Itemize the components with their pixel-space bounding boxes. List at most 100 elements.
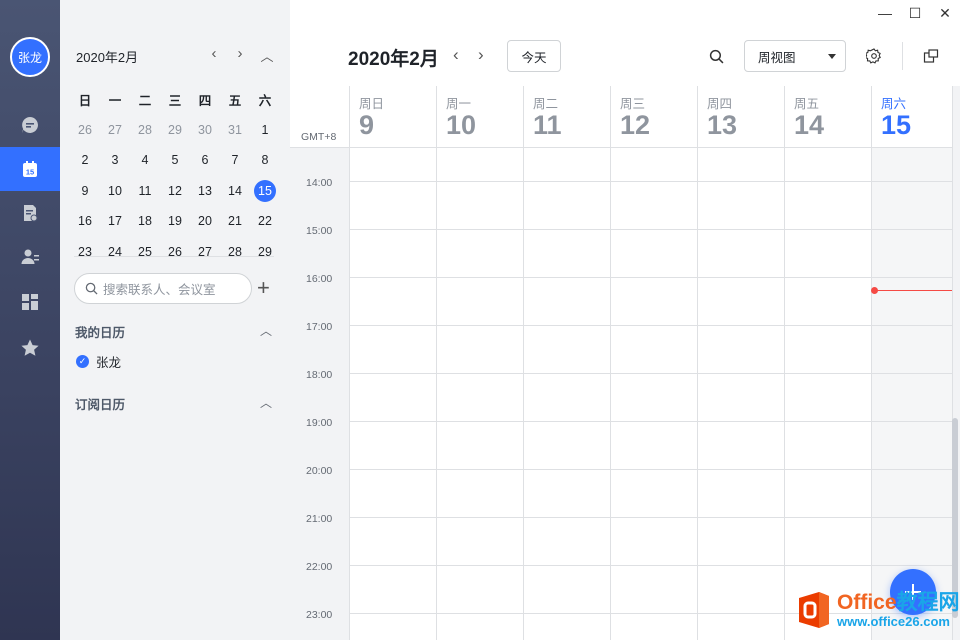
mini-day[interactable]: 3 [100, 153, 130, 167]
day-header[interactable]: 周四 13 [697, 86, 784, 148]
contacts-icon[interactable] [0, 235, 60, 279]
day-column[interactable] [436, 148, 523, 640]
mini-day[interactable]: 5 [160, 153, 190, 167]
mini-day[interactable]: 7 [220, 153, 250, 167]
mini-day[interactable]: 16 [70, 214, 100, 228]
week-row: 9 10 11 12 13 14 15 [70, 176, 280, 207]
calendar-item[interactable]: ✓ 张龙 [76, 352, 121, 371]
maximize-icon[interactable]: ☐ [900, 0, 930, 26]
mini-day[interactable]: 30 [190, 123, 220, 137]
side-panel: 2020年2月 ‹ › ︿ 日一二三四五六 26 27 28 29 30 31 1 2 3 4 5 6 7… [60, 0, 290, 640]
docs-icon[interactable] [0, 191, 60, 235]
timezone-label: GMT+8 [301, 131, 337, 143]
chat-icon[interactable] [0, 103, 60, 147]
mini-day[interactable]: 10 [100, 184, 130, 198]
mini-day[interactable]: 6 [190, 153, 220, 167]
day-column[interactable] [871, 148, 952, 640]
scrollbar[interactable] [952, 418, 958, 618]
checkbox-icon[interactable]: ✓ [76, 355, 89, 368]
day-header[interactable]: 周一 10 [436, 86, 523, 148]
day-header[interactable]: 周五 14 [784, 86, 871, 148]
mini-day[interactable]: 2 [70, 153, 100, 167]
search-icon [85, 282, 98, 295]
calendar-icon[interactable]: 15 [0, 147, 60, 191]
gear-icon[interactable] [864, 46, 884, 66]
day-column[interactable] [610, 148, 697, 640]
time-label: 14:00 [306, 177, 333, 189]
day-column[interactable] [523, 148, 610, 640]
search-placeholder: 搜索联系人、会议室 [103, 283, 216, 297]
mini-day[interactable]: 18 [130, 214, 160, 228]
popout-icon[interactable] [921, 46, 941, 66]
day-column[interactable] [697, 148, 784, 640]
mini-day[interactable]: 31 [220, 123, 250, 137]
mini-day[interactable]: 26 [70, 123, 100, 137]
minimize-icon[interactable]: — [870, 0, 900, 26]
watermark: Office教程网 www.office26.com [795, 590, 960, 630]
search-input[interactable]: 搜索联系人、会议室 [74, 273, 252, 304]
week-row: 23 24 25 26 27 28 29 [70, 237, 280, 268]
mini-day[interactable]: 1 [250, 123, 280, 137]
weekday-label: 日 [78, 93, 92, 108]
avatar[interactable]: 张龙 [10, 37, 50, 77]
mini-prev-icon[interactable]: ‹ [205, 45, 223, 62]
mini-day[interactable]: 15 [250, 179, 280, 202]
mini-day[interactable]: 11 [130, 184, 160, 198]
day-number: 15 [881, 110, 912, 140]
mini-day[interactable]: 8 [250, 153, 280, 167]
view-select[interactable]: 周视图 [744, 40, 846, 72]
time-label: 15:00 [306, 225, 333, 237]
prev-week-icon[interactable]: ‹ [453, 45, 459, 65]
day-column[interactable] [784, 148, 871, 640]
mini-next-icon[interactable]: › [231, 45, 249, 62]
hour-line [349, 325, 952, 326]
weekday-label: 六 [258, 93, 272, 108]
mini-day[interactable]: 19 [160, 214, 190, 228]
collapse-icon[interactable]: ︿ [258, 46, 276, 65]
day-header[interactable]: 周三 12 [610, 86, 697, 148]
time-label: 16:00 [306, 273, 333, 285]
day-header[interactable]: 周六 15 [871, 86, 952, 148]
mini-day[interactable]: 4 [130, 153, 160, 167]
apps-icon[interactable] [0, 280, 60, 324]
day-number: 11 [533, 110, 562, 140]
hour-line [349, 565, 952, 566]
day-header[interactable]: 周二 11 [523, 86, 610, 148]
chevron-up-icon[interactable]: ︿ [260, 322, 272, 339]
mini-day[interactable]: 29 [160, 123, 190, 137]
hour-line [349, 277, 952, 278]
mini-day[interactable]: 12 [160, 184, 190, 198]
close-icon[interactable]: ✕ [930, 0, 960, 26]
favorites-icon[interactable] [0, 326, 60, 370]
left-rail: 张龙 15 [0, 0, 60, 640]
time-label: 19:00 [306, 417, 333, 429]
column-divider [610, 86, 611, 640]
mini-day[interactable]: 27 [100, 123, 130, 137]
svg-text:15: 15 [26, 168, 34, 177]
mini-day[interactable]: 28 [130, 123, 160, 137]
mini-day[interactable]: 22 [250, 214, 280, 228]
next-week-icon[interactable]: › [478, 45, 484, 65]
window-controls: — ☐ ✕ [870, 0, 960, 26]
mini-day[interactable]: 17 [100, 214, 130, 228]
mini-day[interactable]: 20 [190, 214, 220, 228]
mini-day[interactable]: 9 [70, 184, 100, 198]
day-column[interactable] [349, 148, 436, 640]
day-number: 13 [707, 110, 738, 140]
time-label: 17:00 [306, 321, 333, 333]
day-header[interactable]: 周日 9 [349, 86, 436, 148]
my-calendars-title: 我的日历 [75, 326, 126, 340]
mini-day[interactable]: 13 [190, 184, 220, 198]
add-icon[interactable]: + [257, 277, 270, 299]
search-icon[interactable] [706, 46, 726, 66]
time-label: 21:00 [306, 513, 333, 525]
mini-day[interactable]: 14 [220, 184, 250, 198]
mini-calendar-grid: 日一二三四五六 26 27 28 29 30 31 1 2 3 4 5 6 7 8 9 10 11 12 13 14 15… [70, 84, 280, 267]
column-divider [871, 86, 872, 640]
today-button[interactable]: 今天 [507, 40, 561, 72]
chevron-up-icon[interactable]: ︿ [260, 394, 272, 411]
view-select-value: 周视图 [758, 50, 796, 65]
watermark-brand2: 教程网 [896, 590, 960, 614]
time-label: 23:00 [306, 609, 333, 621]
mini-day[interactable]: 21 [220, 214, 250, 228]
